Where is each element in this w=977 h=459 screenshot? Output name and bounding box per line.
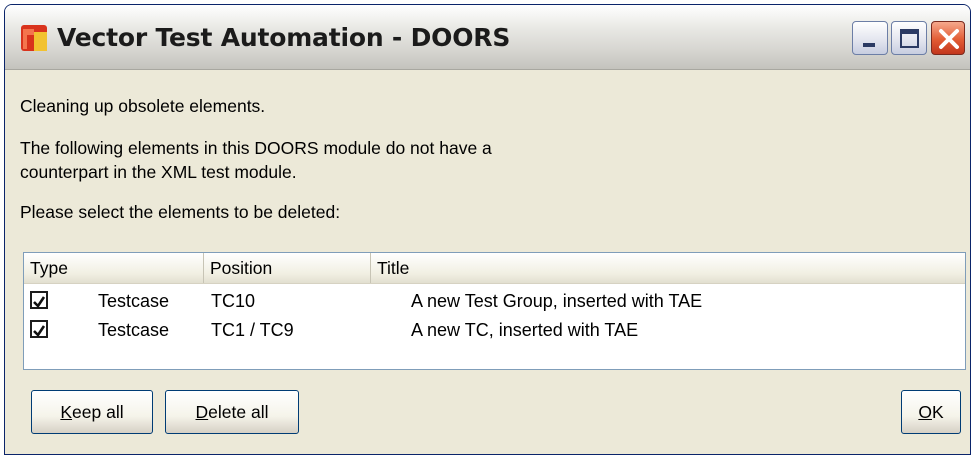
minimize-button[interactable] [852,21,888,55]
cell-type: Testcase [98,291,170,311]
info-message: The following elements in this DOORS mod… [20,138,492,182]
checkmark-icon [33,296,46,309]
vector-app-icon [21,25,47,51]
checkmark-icon [33,325,46,338]
column-header-title[interactable]: Title [371,253,965,283]
ok-label: K [931,402,944,422]
cell-position: TC10 [211,291,256,311]
elements-list[interactable]: Type Position Title Testcase TC10 A new … [23,252,966,370]
column-header-position[interactable]: Position [204,253,371,283]
instruction-message: Please select the elements to be deleted… [20,202,341,222]
table-row[interactable]: Testcase TC10 A new Test Group, inserted… [24,287,965,315]
column-header-type[interactable]: Type [24,253,204,283]
ok-button[interactable]: OK [901,390,961,434]
status-message: Cleaning up obsolete elements. [20,96,266,116]
table-row[interactable]: Testcase TC1 / TC9 A new TC, inserted wi… [24,316,965,344]
delete-all-mnemonic: D [195,402,209,422]
cell-type: Testcase [98,320,170,340]
title-bar[interactable]: Vector Test Automation - DOORS [5,5,970,70]
cell-position: TC1 / TC9 [211,320,294,340]
dialog-window: Vector Test Automation - DOORS Cleaning … [4,4,971,455]
delete-all-label: elete all [208,402,269,422]
row-checkbox[interactable] [30,320,48,338]
delete-all-button[interactable]: Delete all [165,390,299,434]
window-title: Vector Test Automation - DOORS [57,23,511,52]
ok-mnemonic: O [918,402,932,422]
maximize-button[interactable] [891,21,927,55]
keep-all-mnemonic: K [60,402,73,422]
list-header: Type Position Title [24,253,965,284]
cell-title: A new Test Group, inserted with TAE [411,291,703,311]
keep-all-button[interactable]: Keep all [31,390,153,434]
cell-title: A new TC, inserted with TAE [411,320,639,340]
keep-all-label: eep all [72,402,124,422]
row-checkbox[interactable] [30,291,48,309]
close-button[interactable] [931,21,965,55]
minimize-icon [863,43,875,47]
dialog-body: Cleaning up obsolete elements. The follo… [5,70,970,454]
close-icon [939,29,959,49]
maximize-icon [900,29,919,48]
